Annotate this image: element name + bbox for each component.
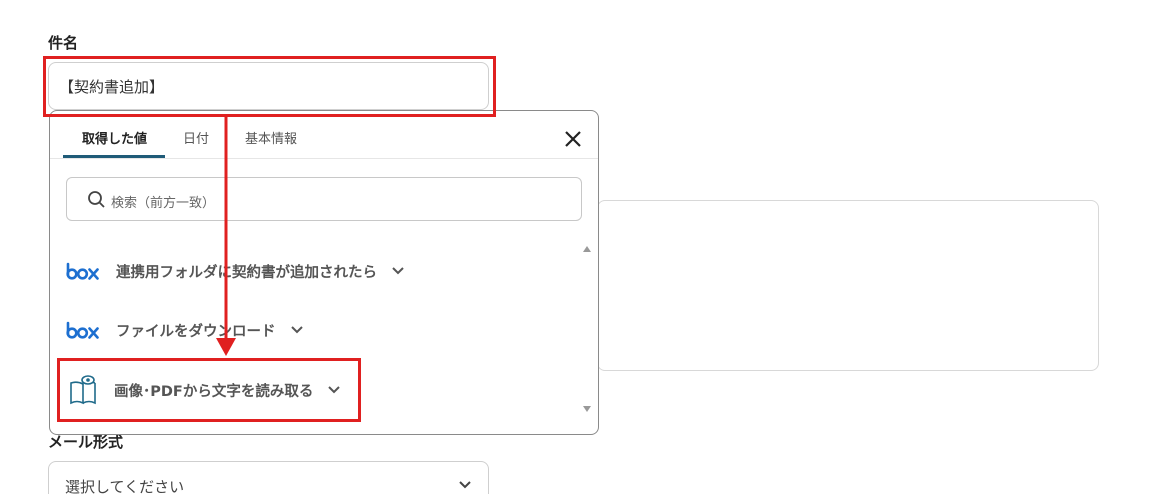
- search-input[interactable]: 検索（前方一致）: [66, 177, 582, 221]
- box-logo-icon: [66, 321, 99, 339]
- ocr-book-eye-icon: [70, 375, 96, 405]
- subject-label: 件名: [48, 34, 79, 52]
- popover-tabs: 取得した値 日付 基本情報: [50, 111, 598, 159]
- search-icon: [88, 191, 105, 208]
- mail-format-value: 選択してください: [65, 478, 185, 494]
- chevron-down-icon: [290, 326, 303, 334]
- active-tab-indicator: [63, 155, 165, 158]
- tab-acquired-values[interactable]: 取得した値: [82, 128, 147, 147]
- list-item-box-trigger[interactable]: 連携用フォルダに契約書が追加されたら: [66, 256, 405, 286]
- list-item-ocr[interactable]: 画像･PDFから文字を読み取る: [66, 373, 341, 407]
- subject-input[interactable]: 【契約書追加】: [48, 62, 489, 110]
- box-logo-icon: [66, 262, 99, 280]
- search-placeholder: 検索（前方一致）: [111, 196, 216, 211]
- scroll-up-icon[interactable]: [582, 245, 592, 253]
- tab-basic-info[interactable]: 基本情報: [245, 128, 297, 147]
- chevron-down-icon: [459, 481, 471, 489]
- body-textarea[interactable]: [597, 200, 1099, 371]
- mail-format-select[interactable]: 選択してください: [48, 461, 489, 494]
- list-item-label: ファイルをダウンロード: [116, 323, 276, 340]
- chevron-down-icon: [392, 267, 404, 275]
- list-item-label: 画像･PDFから文字を読み取る: [114, 383, 314, 400]
- close-icon[interactable]: [561, 127, 585, 151]
- tab-date[interactable]: 日付: [183, 128, 209, 147]
- chevron-down-icon: [328, 386, 341, 394]
- list-item-box-download[interactable]: ファイルをダウンロード: [66, 315, 304, 345]
- list-item-label: 連携用フォルダに契約書が追加されたら: [116, 264, 377, 281]
- value-picker-popover: 取得した値 日付 基本情報 検索（前方一致） 連携用フォルダに契約書が追加された…: [49, 110, 599, 435]
- scroll-down-icon[interactable]: [582, 405, 592, 413]
